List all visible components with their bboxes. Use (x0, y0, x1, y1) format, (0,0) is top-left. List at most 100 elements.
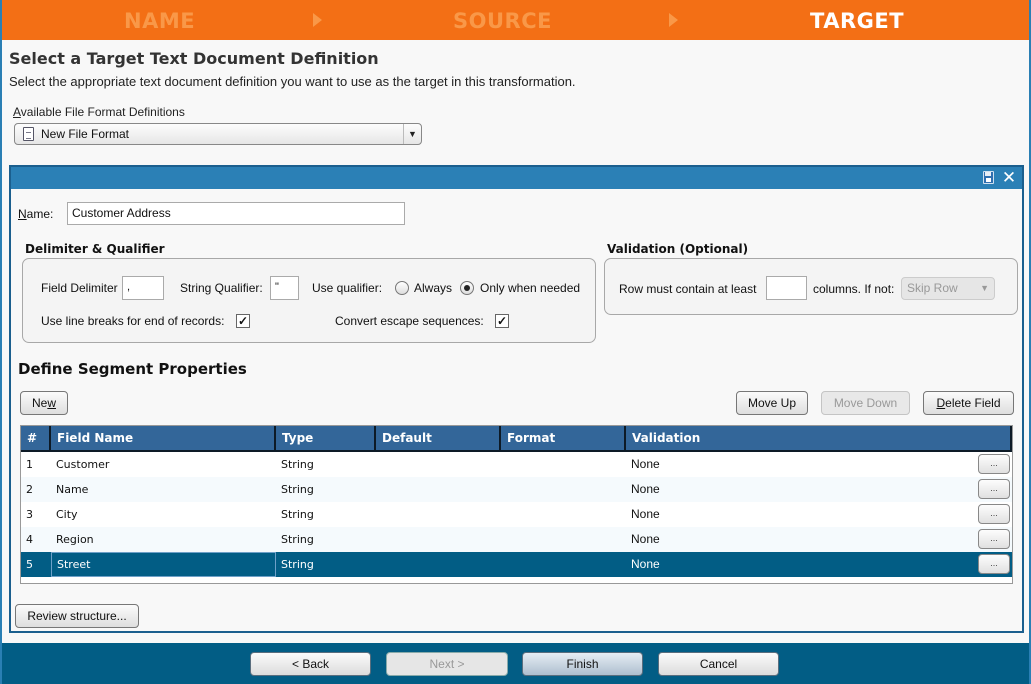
page-title: Select a Target Text Document Definition (9, 49, 379, 68)
cell-type[interactable]: String (276, 452, 376, 477)
if-not-action-select[interactable]: Skip Row ▼ (901, 277, 995, 300)
cell-type[interactable]: String (276, 552, 376, 577)
step-target: TARGET (810, 9, 905, 33)
cancel-button[interactable]: Cancel (658, 652, 779, 676)
delimiter-group-title: Delimiter & Qualifier (25, 242, 165, 256)
cell-field-name[interactable]: Name (51, 477, 276, 502)
cell-type[interactable]: String (276, 477, 376, 502)
segment-section-title: Define Segment Properties (18, 360, 247, 378)
validation-group-title: Validation (Optional) (607, 242, 749, 256)
row-edit-validation-button[interactable]: ... (978, 554, 1010, 574)
cell-num[interactable]: 5 (21, 552, 51, 577)
back-button[interactable]: < Back (250, 652, 371, 676)
move-down-button[interactable]: Move Down (821, 391, 910, 415)
delimiter-group: Field Delimiter , String Qualifier: " Us… (22, 258, 596, 343)
fields-table: # Field Name Type Default Format Validat… (20, 425, 1013, 584)
row-edit-validation-button[interactable]: ... (978, 529, 1010, 549)
cell-num[interactable]: 2 (21, 477, 51, 502)
cell-format[interactable] (501, 477, 626, 502)
chevron-down-icon: ▼ (980, 283, 989, 293)
cell-validation[interactable]: None (626, 527, 966, 552)
field-delimiter-label: Field Delimiter (41, 281, 118, 295)
row-min-input[interactable] (766, 276, 807, 300)
cell-num[interactable]: 4 (21, 527, 51, 552)
validation-group: Row must contain at least columns. If no… (604, 258, 1018, 315)
cell-field-name[interactable]: City (51, 502, 276, 527)
qualifier-always-radio[interactable] (395, 281, 409, 295)
document-icon (23, 127, 34, 141)
escape-sequences-checkbox[interactable]: ✓ (495, 314, 509, 328)
table-row[interactable]: 1 Customer String None... (21, 452, 1012, 477)
close-icon[interactable]: ✕ (1001, 167, 1017, 189)
step-arrow-icon (313, 13, 322, 27)
save-icon[interactable] (983, 171, 994, 184)
wizard-footer: < Back Next > Finish Cancel (2, 643, 1029, 684)
name-input[interactable]: Customer Address (67, 202, 405, 225)
column-header-number[interactable]: # (21, 426, 51, 452)
cell-default[interactable] (376, 502, 501, 527)
chevron-down-icon[interactable]: ▼ (403, 124, 421, 144)
step-source: SOURCE (453, 9, 552, 33)
row-edit-validation-button[interactable]: ... (978, 454, 1010, 474)
cell-validation[interactable]: None (626, 452, 966, 477)
cell-format[interactable] (501, 502, 626, 527)
string-qualifier-label: String Qualifier: (180, 281, 263, 295)
columns-if-not-label: columns. If not: (813, 282, 895, 296)
column-header-type[interactable]: Type (276, 426, 376, 452)
finish-button[interactable]: Finish (522, 652, 643, 676)
panel-header: ✕ (11, 167, 1022, 189)
wizard-window: NAME SOURCE TARGET Select a Target Text … (2, 0, 1029, 684)
page-subtitle: Select the appropriate text document def… (9, 74, 576, 89)
cell-validation[interactable]: None (626, 552, 966, 577)
table-row[interactable]: 3 City String None... (21, 502, 1012, 527)
next-button[interactable]: Next > (386, 652, 508, 676)
cell-type[interactable]: String (276, 527, 376, 552)
cell-default[interactable] (376, 552, 501, 577)
review-structure-button[interactable]: Review structure... (15, 604, 139, 628)
table-row[interactable]: 5 Street String None... (21, 552, 1012, 577)
qualifier-always-label[interactable]: Always (414, 281, 452, 295)
name-label: Name: (18, 207, 54, 221)
field-delimiter-input[interactable]: , (122, 276, 164, 300)
available-formats-label: Available File Format Definitions (13, 105, 185, 119)
cell-validation[interactable]: None (626, 477, 966, 502)
cell-default[interactable] (376, 452, 501, 477)
row-min-label: Row must contain at least (619, 282, 757, 296)
cell-validation[interactable]: None (626, 502, 966, 527)
column-header-default[interactable]: Default (376, 426, 501, 452)
qualifier-when-needed-label[interactable]: Only when needed (480, 281, 580, 295)
move-up-button[interactable]: Move Up (736, 391, 808, 415)
line-breaks-label: Use line breaks for end of records: (41, 314, 225, 328)
cell-format[interactable] (501, 452, 626, 477)
cell-num[interactable]: 3 (21, 502, 51, 527)
table-row[interactable]: 4 Region String None... (21, 527, 1012, 552)
string-qualifier-input[interactable]: " (270, 276, 299, 300)
cell-type[interactable]: String (276, 502, 376, 527)
line-breaks-checkbox[interactable]: ✓ (236, 314, 250, 328)
file-format-panel: ✕ Name: Customer Address Delimiter & Qua… (9, 165, 1024, 633)
cell-format[interactable] (501, 552, 626, 577)
step-name: NAME (124, 9, 196, 33)
file-format-selected-value: New File Format (41, 127, 130, 141)
delete-field-button[interactable]: Delete Field (923, 391, 1014, 415)
wizard-step-bar: NAME SOURCE TARGET (2, 0, 1029, 40)
table-header: # Field Name Type Default Format Validat… (21, 426, 1012, 452)
new-field-button[interactable]: New (20, 391, 68, 415)
qualifier-when-needed-radio[interactable] (460, 281, 474, 295)
column-header-format[interactable]: Format (501, 426, 626, 452)
use-qualifier-label: Use qualifier: (312, 281, 383, 295)
cell-field-name[interactable]: Region (51, 527, 276, 552)
row-edit-validation-button[interactable]: ... (978, 504, 1010, 524)
cell-default[interactable] (376, 527, 501, 552)
escape-sequences-label: Convert escape sequences: (335, 314, 484, 328)
cell-field-name[interactable]: Street (51, 552, 276, 577)
table-row[interactable]: 2 Name String None... (21, 477, 1012, 502)
cell-format[interactable] (501, 527, 626, 552)
row-edit-validation-button[interactable]: ... (978, 479, 1010, 499)
column-header-field-name[interactable]: Field Name (51, 426, 276, 452)
cell-field-name[interactable]: Customer (51, 452, 276, 477)
file-format-select[interactable]: New File Format ▼ (14, 123, 422, 145)
column-header-validation[interactable]: Validation (626, 426, 1012, 452)
cell-num[interactable]: 1 (21, 452, 51, 477)
cell-default[interactable] (376, 477, 501, 502)
